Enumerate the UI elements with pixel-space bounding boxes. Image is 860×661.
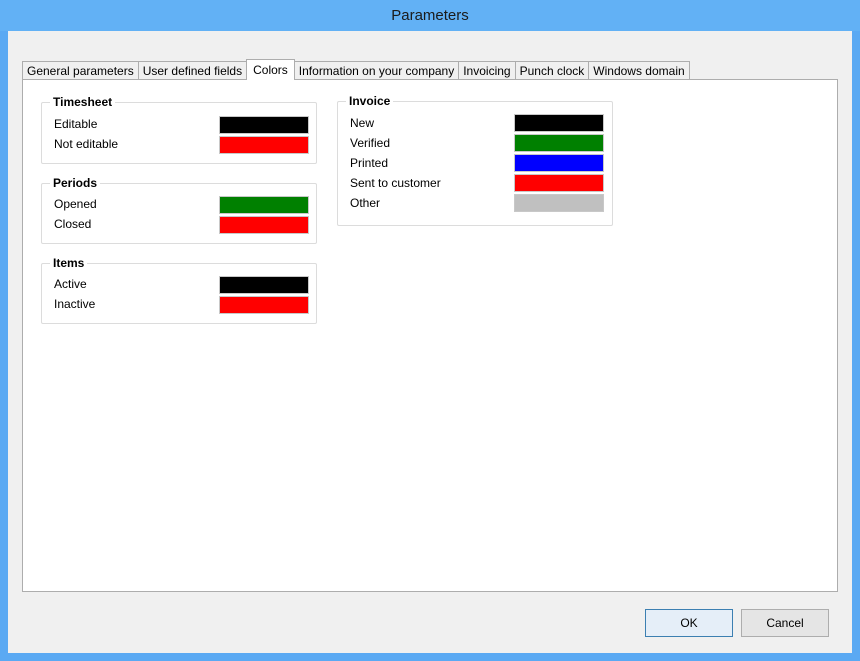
verified-label: Verified (350, 136, 391, 150)
opened-color-swatch[interactable] (219, 196, 309, 214)
printed-label: Printed (350, 156, 389, 170)
periods-closed-row: Closed (54, 215, 316, 234)
tab-windows-domain[interactable]: Windows domain (588, 61, 690, 80)
periods-opened-row: Opened (54, 195, 316, 214)
tab-information-on-your-company[interactable]: Information on your company (293, 61, 460, 80)
items-group: Items Active Inactive (41, 256, 317, 324)
tab-colors[interactable]: Colors (246, 59, 295, 80)
tab-general-parameters[interactable]: General parameters (22, 61, 139, 80)
tab-user-defined-fields[interactable]: User defined fields (137, 61, 248, 80)
invoice-group: Invoice New Verified Printed Sent to cus… (337, 94, 613, 226)
editable-color-swatch[interactable] (219, 116, 309, 134)
invoice-other-row: Other (350, 194, 612, 212)
timesheet-group-title: Timesheet (50, 95, 116, 109)
items-group-title: Items (50, 256, 88, 270)
items-active-row: Active (54, 275, 316, 294)
periods-group: Periods Opened Closed (41, 176, 317, 244)
inactive-color-swatch[interactable] (219, 296, 309, 314)
timesheet-not-editable-row: Not editable (54, 135, 316, 154)
not-editable-color-swatch[interactable] (219, 136, 309, 154)
printed-color-swatch[interactable] (514, 154, 604, 172)
verified-color-swatch[interactable] (514, 134, 604, 152)
inactive-label: Inactive (54, 297, 96, 311)
invoice-group-title: Invoice (346, 94, 394, 108)
colors-tab-panel: Timesheet Editable Not editable Periods … (22, 79, 838, 592)
tab-invoicing[interactable]: Invoicing (458, 61, 516, 80)
dialog-client-area: General parameters User defined fields C… (8, 31, 852, 653)
invoice-new-row: New (350, 114, 612, 132)
editable-label: Editable (54, 117, 98, 131)
tab-punch-clock[interactable]: Punch clock (514, 61, 590, 80)
invoice-printed-row: Printed (350, 154, 612, 172)
other-label: Other (350, 196, 381, 210)
active-color-swatch[interactable] (219, 276, 309, 294)
other-color-swatch[interactable] (514, 194, 604, 212)
not-editable-label: Not editable (54, 137, 119, 151)
invoice-sent-to-customer-row: Sent to customer (350, 174, 612, 192)
timesheet-group: Timesheet Editable Not editable (41, 95, 317, 164)
new-label: New (350, 116, 375, 130)
timesheet-editable-row: Editable (54, 115, 316, 134)
ok-button[interactable]: OK (645, 609, 733, 637)
closed-label: Closed (54, 217, 92, 231)
items-inactive-row: Inactive (54, 295, 316, 314)
tab-strip: General parameters User defined fields C… (22, 59, 690, 80)
cancel-button[interactable]: Cancel (741, 609, 829, 637)
new-color-swatch[interactable] (514, 114, 604, 132)
sent-to-customer-label: Sent to customer (350, 176, 441, 190)
closed-color-swatch[interactable] (219, 216, 309, 234)
periods-group-title: Periods (50, 176, 101, 190)
sent-to-customer-color-swatch[interactable] (514, 174, 604, 192)
opened-label: Opened (54, 197, 97, 211)
invoice-verified-row: Verified (350, 134, 612, 152)
window-title: Parameters (0, 0, 860, 31)
active-label: Active (54, 277, 87, 291)
